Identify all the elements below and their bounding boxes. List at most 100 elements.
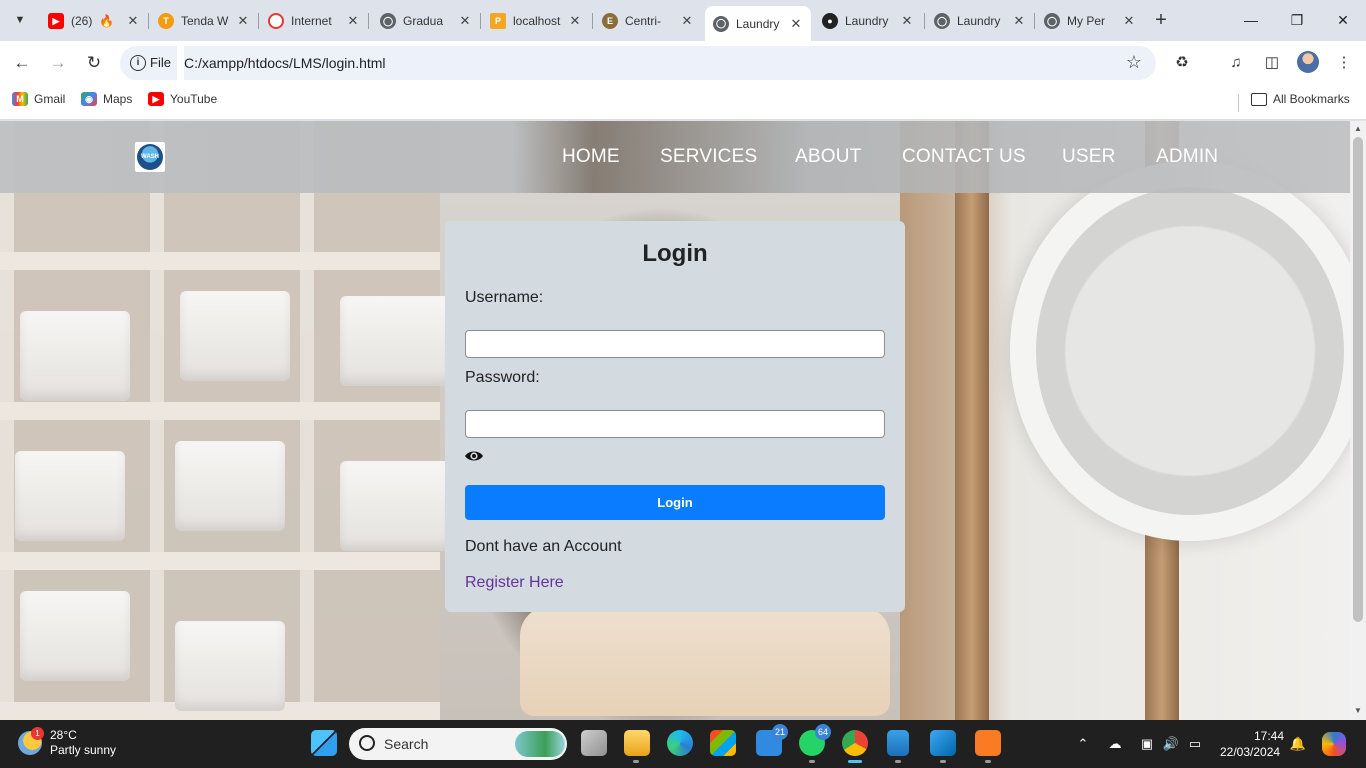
extensions-icon[interactable]: ♻ — [1172, 53, 1192, 73]
microsoft-store-icon[interactable] — [710, 730, 736, 756]
volume-icon[interactable]: 🔊 — [1162, 735, 1180, 753]
forward-button[interactable]: → — [46, 51, 70, 75]
restore-button[interactable]: ❐ — [1287, 10, 1307, 30]
tray-overflow-icon[interactable]: ⌃ — [1074, 735, 1092, 753]
login-card: Login Username: Password: Login Dont hav… — [445, 221, 905, 612]
file-explorer-icon[interactable] — [624, 730, 650, 756]
youtube-icon: ▶ — [148, 92, 164, 106]
github-icon: ● — [822, 13, 838, 29]
nav-services[interactable]: SERVICES — [660, 146, 757, 168]
bookmark-gmail[interactable]: M Gmail — [12, 92, 65, 106]
site-logo[interactable]: WASH — [135, 142, 165, 172]
taskbar-search[interactable]: Search — [349, 728, 567, 760]
browser-tab-active[interactable]: ◯ Laundry ✕ — [705, 6, 811, 41]
clock-time[interactable]: 17:44 — [1254, 729, 1284, 743]
browser-tab[interactable]: ◯ My Per ✕ — [1036, 8, 1144, 34]
nav-about[interactable]: ABOUT — [795, 146, 861, 168]
close-tab-icon[interactable]: ✕ — [789, 16, 803, 32]
nav-home[interactable]: HOME — [562, 146, 620, 168]
background-washer — [1010, 161, 1350, 541]
notification-bell-icon[interactable]: 🔔 — [1289, 735, 1307, 753]
page-scrollbar[interactable]: ▲ ▼ — [1350, 121, 1366, 720]
scroll-down-icon[interactable]: ▼ — [1354, 706, 1362, 715]
nav-admin[interactable]: ADMIN — [1156, 146, 1218, 168]
edge-icon[interactable] — [667, 730, 693, 756]
weather-widget[interactable]: 1 28°C Partly sunny — [18, 727, 116, 758]
start-button[interactable] — [311, 730, 337, 756]
tab-title: Centri- — [625, 14, 662, 28]
browser-tab[interactable]: ◯ Gradua ✕ — [372, 8, 480, 34]
username-input[interactable] — [465, 330, 885, 358]
whatsapp-icon[interactable]: 64 — [799, 724, 831, 756]
nav-contact-us[interactable]: CONTACT US — [902, 146, 1026, 168]
scroll-thumb[interactable] — [1353, 137, 1363, 622]
background-basket — [20, 591, 130, 681]
close-tab-icon[interactable]: ✕ — [458, 13, 472, 29]
close-tab-icon[interactable]: ✕ — [346, 13, 360, 29]
bookmark-maps[interactable]: ◉ Maps — [81, 92, 132, 106]
copilot-icon[interactable] — [1322, 732, 1346, 756]
back-button[interactable]: ← — [10, 51, 34, 75]
reload-button[interactable]: ↻ — [82, 51, 106, 75]
password-input[interactable] — [465, 410, 885, 438]
login-button[interactable]: Login — [465, 485, 885, 520]
background-basket — [180, 291, 290, 381]
background-basket — [20, 311, 130, 401]
tenda-icon: T — [158, 13, 174, 29]
all-bookmarks[interactable]: All Bookmarks — [1251, 92, 1350, 106]
browser-tab[interactable]: T Tenda W ✕ — [150, 8, 258, 34]
xampp-icon[interactable] — [975, 730, 1001, 756]
background-towel — [520, 606, 890, 716]
side-panel-icon[interactable]: ◫ — [1262, 53, 1282, 73]
mail-icon[interactable]: 21 — [756, 724, 788, 756]
onedrive-icon[interactable]: ☁ — [1106, 735, 1124, 753]
browser-tab[interactable]: ▶ (26) 🔥 ✕ — [40, 8, 148, 34]
close-tab-icon[interactable]: ✕ — [680, 13, 694, 29]
close-tab-icon[interactable]: ✕ — [126, 13, 140, 29]
bookmark-youtube[interactable]: ▶ YouTube — [148, 92, 217, 106]
close-tab-icon[interactable]: ✕ — [1122, 13, 1136, 29]
background-basket — [15, 451, 125, 541]
close-tab-icon[interactable]: ✕ — [1012, 13, 1026, 29]
taskbar: 1 28°C Partly sunny Search 21 64 ⌃ ☁ ▣ 🔊… — [0, 720, 1366, 768]
browser-tab[interactable]: Internet ✕ — [260, 8, 368, 34]
scroll-up-icon[interactable]: ▲ — [1354, 124, 1362, 133]
info-icon[interactable]: i — [130, 55, 146, 71]
bookmark-label: Maps — [103, 92, 133, 106]
tab-search-button[interactable]: ▼ — [8, 8, 32, 32]
phpmyadmin-icon: P — [490, 13, 506, 29]
browser-tab[interactable]: P localhost ✕ — [482, 8, 590, 34]
browser-toolbar: ← → ↻ i File C:/xampp/htdocs/LMS/login.h… — [0, 41, 1366, 85]
display-icon[interactable]: ▣ — [1138, 735, 1156, 753]
globe-icon: ◯ — [934, 13, 950, 29]
address-url[interactable]: C:/xampp/htdocs/LMS/login.html — [184, 55, 386, 71]
task-view-icon[interactable] — [581, 730, 607, 756]
browser-tab[interactable]: E Centri- ✕ — [594, 8, 702, 34]
profile-avatar[interactable] — [1297, 51, 1319, 73]
close-tab-icon[interactable]: ✕ — [236, 13, 250, 29]
username-label: Username: — [465, 289, 544, 306]
close-window-button[interactable]: ✕ — [1333, 10, 1353, 30]
menu-icon[interactable]: ⋮ — [1334, 53, 1354, 73]
close-tab-icon[interactable]: ✕ — [568, 13, 582, 29]
tab-title: Gradua — [403, 14, 444, 28]
media-control-icon[interactable]: ♫ — [1226, 53, 1246, 73]
nav-user[interactable]: USER — [1062, 146, 1116, 168]
bookmark-star-icon[interactable]: ☆ — [1126, 52, 1142, 73]
address-bar[interactable]: i File C:/xampp/htdocs/LMS/login.html ☆ — [120, 46, 1156, 80]
register-link[interactable]: Register Here — [465, 574, 564, 592]
battery-icon[interactable]: ▭ — [1186, 735, 1204, 753]
minimize-button[interactable]: — — [1241, 10, 1261, 30]
close-tab-icon[interactable]: ✕ — [900, 13, 914, 29]
browser-tab[interactable]: ● Laundry ✕ — [814, 8, 922, 34]
tab-title: My Per — [1067, 14, 1106, 28]
browser-tab[interactable]: ◯ Laundry ✕ — [926, 8, 1034, 34]
vscode-icon[interactable] — [930, 730, 956, 756]
tab-title: (26) — [71, 14, 93, 28]
clock-date[interactable]: 22/03/2024 — [1220, 745, 1280, 759]
chrome-icon[interactable] — [842, 730, 868, 756]
new-tab-button[interactable]: + — [1150, 9, 1172, 31]
notepad-icon[interactable] — [887, 730, 909, 756]
elephant-icon: E — [602, 13, 618, 29]
show-password-eye-icon[interactable] — [464, 449, 484, 463]
